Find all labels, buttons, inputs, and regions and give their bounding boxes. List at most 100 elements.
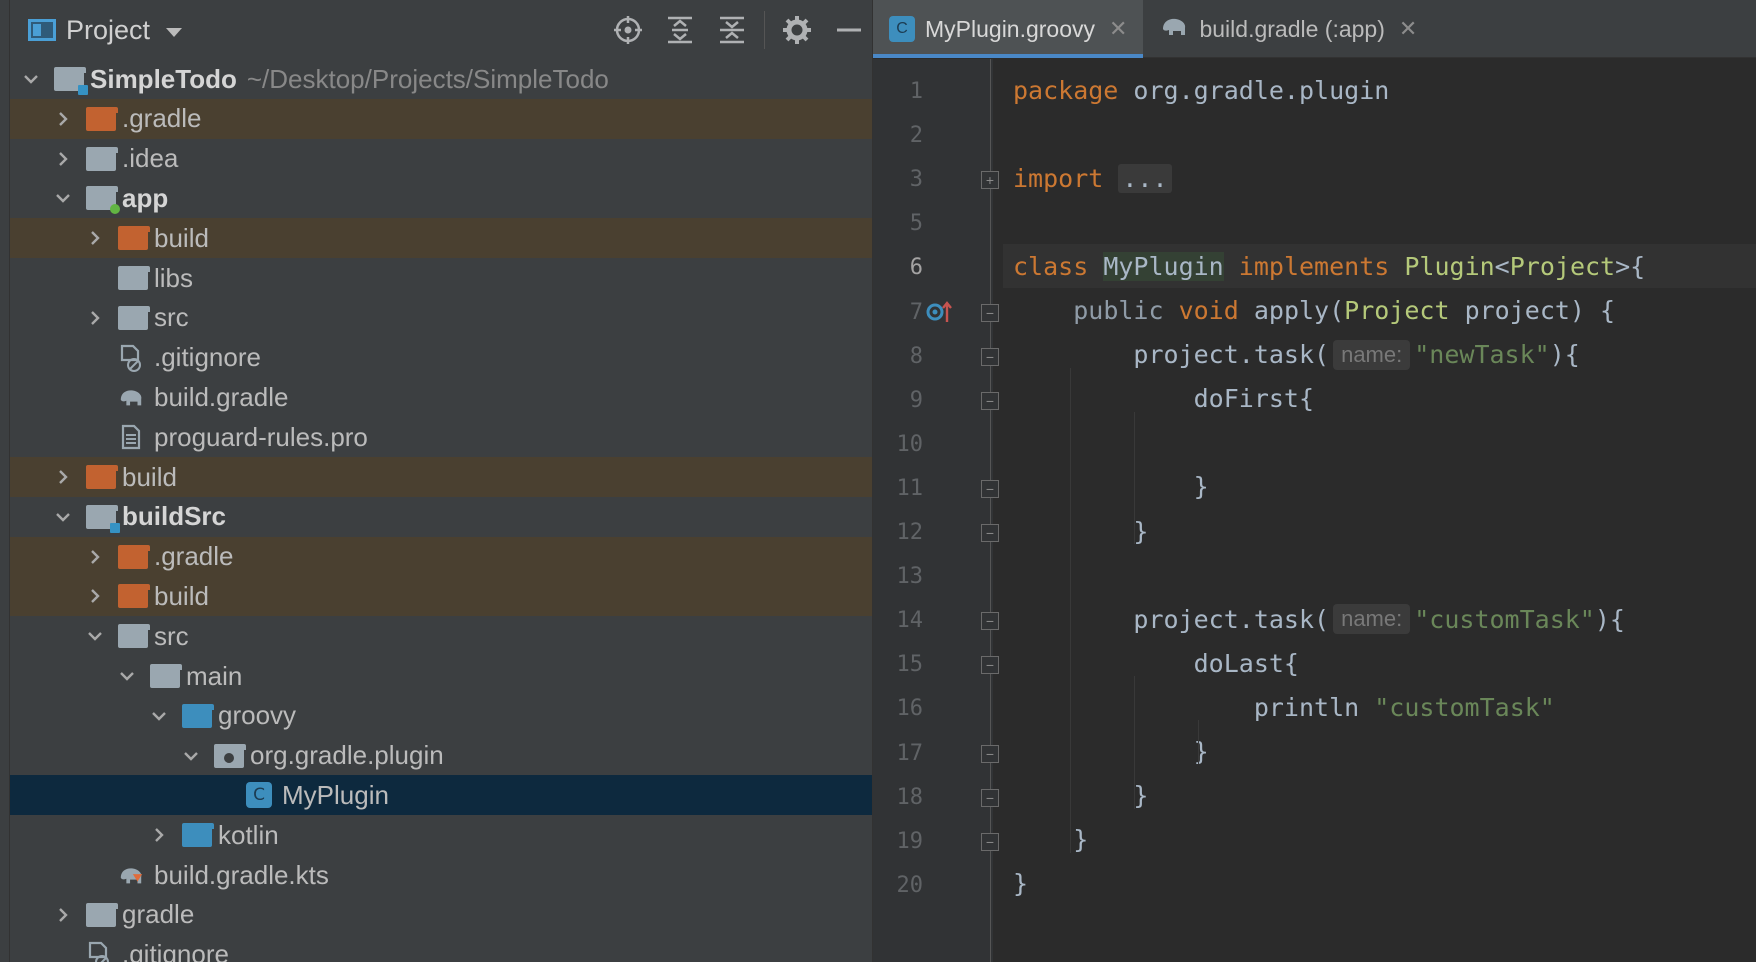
- fold-expand-icon[interactable]: +: [981, 171, 999, 190]
- fold-end-icon[interactable]: −: [981, 524, 999, 542]
- collapse-all-icon[interactable]: [706, 0, 758, 60]
- tree-row[interactable]: .idea: [10, 139, 872, 179]
- chevron-down-icon[interactable]: [20, 59, 42, 99]
- tree-row[interactable]: .gitignore: [10, 935, 872, 962]
- editor-gutter[interactable]: [873, 59, 993, 962]
- project-panel-header: Project: [10, 0, 872, 60]
- chevron-right-icon[interactable]: [148, 815, 170, 855]
- fold-end-icon[interactable]: −: [981, 744, 999, 763]
- code-token: MyPlugin: [1103, 251, 1224, 281]
- tree-item-label: gradle: [122, 899, 195, 930]
- code-area[interactable]: package org.gradle.plugin import ... class…: [1003, 59, 1756, 962]
- project-path: ~/Desktop/Projects/SimpleTodo: [246, 63, 609, 94]
- chevron-right-icon[interactable]: [52, 895, 74, 935]
- locate-icon[interactable]: [602, 0, 654, 60]
- fold-collapse-icon[interactable]: −: [981, 347, 999, 366]
- tree-item-label: .idea: [122, 143, 179, 174]
- tree-row[interactable]: .gradle: [10, 98, 872, 139]
- expand-all-icon[interactable]: [654, 0, 706, 60]
- tree-row[interactable]: gradle: [10, 895, 872, 935]
- chevron-right-icon[interactable]: [84, 537, 106, 577]
- project-tree[interactable]: SimpleTodo ~/Desktop/Projects/SimpleTodo.…: [10, 59, 872, 962]
- toolbar-separator: [764, 11, 765, 49]
- code-token: void: [1178, 296, 1254, 325]
- fold-collapse-icon[interactable]: −: [981, 612, 999, 631]
- code-token: doLast{: [1013, 648, 1299, 678]
- fold-collapse-icon[interactable]: −: [981, 391, 999, 410]
- chevron-right-icon[interactable]: [52, 139, 74, 179]
- chevron-down-icon[interactable]: [84, 616, 106, 656]
- chevron-down-icon[interactable]: [166, 27, 183, 37]
- tree-row[interactable]: libs: [10, 258, 872, 298]
- line-number: 11: [896, 475, 924, 501]
- tree-row[interactable]: org.gradle.plugin: [10, 736, 872, 776]
- tree-row[interactable]: groovy: [10, 696, 872, 736]
- text-file-icon: [118, 422, 144, 452]
- tree-row[interactable]: buildSrc: [10, 497, 872, 537]
- tree-row[interactable]: main: [10, 656, 872, 696]
- project-view-selector[interactable]: Project: [10, 0, 183, 60]
- code-token: import: [1013, 163, 1119, 193]
- chevron-right-icon[interactable]: [52, 99, 74, 139]
- line-number: 12: [896, 520, 924, 545]
- tree-item-label: SimpleTodo: [90, 63, 237, 94]
- tree-row[interactable]: kotlin: [10, 815, 872, 855]
- folder-icon: [150, 664, 182, 688]
- fold-end-icon[interactable]: −: [981, 832, 999, 851]
- gradle-elephant-icon: [118, 382, 144, 412]
- chevron-down-icon[interactable]: [116, 656, 138, 696]
- tab-label: build.gradle (:app): [1199, 15, 1385, 42]
- fold-collapse-icon[interactable]: −: [981, 656, 999, 675]
- tree-item-label: .gitignore: [154, 342, 261, 373]
- fold-end-icon[interactable]: −: [981, 479, 999, 498]
- editor-tab[interactable]: build.gradle (:app) ✕: [1143, 0, 1433, 58]
- tree-item-label: build.gradle: [154, 381, 289, 412]
- line-number: 5: [909, 211, 923, 237]
- tree-row[interactable]: build.gradle: [10, 377, 872, 417]
- tree-item-label: proguard-rules.pro: [154, 421, 368, 452]
- tree-item-label: build: [122, 461, 177, 492]
- chevron-right-icon[interactable]: [84, 218, 106, 258]
- chevron-right-icon[interactable]: [52, 457, 74, 497]
- code-token: >{: [1615, 251, 1646, 281]
- code-token: }: [1013, 869, 1029, 899]
- folder-icon: [118, 305, 150, 330]
- editor-tab[interactable]: C MyPlugin.groovy ✕: [873, 0, 1144, 58]
- fold-collapse-icon[interactable]: −: [981, 303, 999, 322]
- tree-row[interactable]: app: [10, 178, 872, 218]
- close-icon[interactable]: ✕: [1399, 16, 1417, 42]
- tree-row[interactable]: proguard-rules.pro: [10, 417, 872, 457]
- tree-item-label: buildSrc: [122, 501, 227, 532]
- code-line: }: [1013, 730, 1209, 774]
- chevron-down-icon[interactable]: [52, 497, 74, 537]
- line-number: 6: [909, 255, 923, 281]
- tree-item-label: org.gradle.plugin: [250, 740, 444, 771]
- close-icon[interactable]: ✕: [1109, 16, 1127, 42]
- tree-row[interactable]: SimpleTodo ~/Desktop/Projects/SimpleTodo: [10, 59, 872, 99]
- chevron-down-icon[interactable]: [148, 696, 170, 736]
- tree-row[interactable]: .gradle: [10, 536, 872, 577]
- tree-row[interactable]: src: [10, 616, 872, 656]
- tree-row[interactable]: build: [10, 457, 872, 497]
- implements-method-icon[interactable]: [925, 298, 953, 326]
- code-token: "customTask": [1414, 604, 1595, 634]
- editor-area: C MyPlugin.groovy ✕ build.gradle (:app) ✕ pa…: [872, 0, 1756, 962]
- chevron-down-icon[interactable]: [52, 178, 74, 218]
- tree-row[interactable]: build: [10, 218, 872, 259]
- line-number: 14: [896, 608, 924, 634]
- tree-row[interactable]: C MyPlugin: [10, 775, 872, 816]
- gear-icon[interactable]: [771, 0, 823, 60]
- chevron-down-icon[interactable]: [180, 736, 202, 776]
- tree-row[interactable]: .gitignore: [10, 338, 872, 378]
- tree-row[interactable]: src: [10, 298, 872, 338]
- chevron-right-icon[interactable]: [84, 576, 106, 616]
- code-token: implements: [1223, 251, 1405, 281]
- folder-icon: [86, 902, 118, 927]
- code-line: println "customTask": [1013, 685, 1555, 729]
- chevron-right-icon[interactable]: [84, 298, 106, 338]
- tree-row[interactable]: build: [10, 576, 872, 617]
- minimize-icon[interactable]: [823, 0, 875, 60]
- fold-end-icon[interactable]: −: [981, 788, 999, 807]
- tree-row[interactable]: build.gradle.kts: [10, 855, 872, 895]
